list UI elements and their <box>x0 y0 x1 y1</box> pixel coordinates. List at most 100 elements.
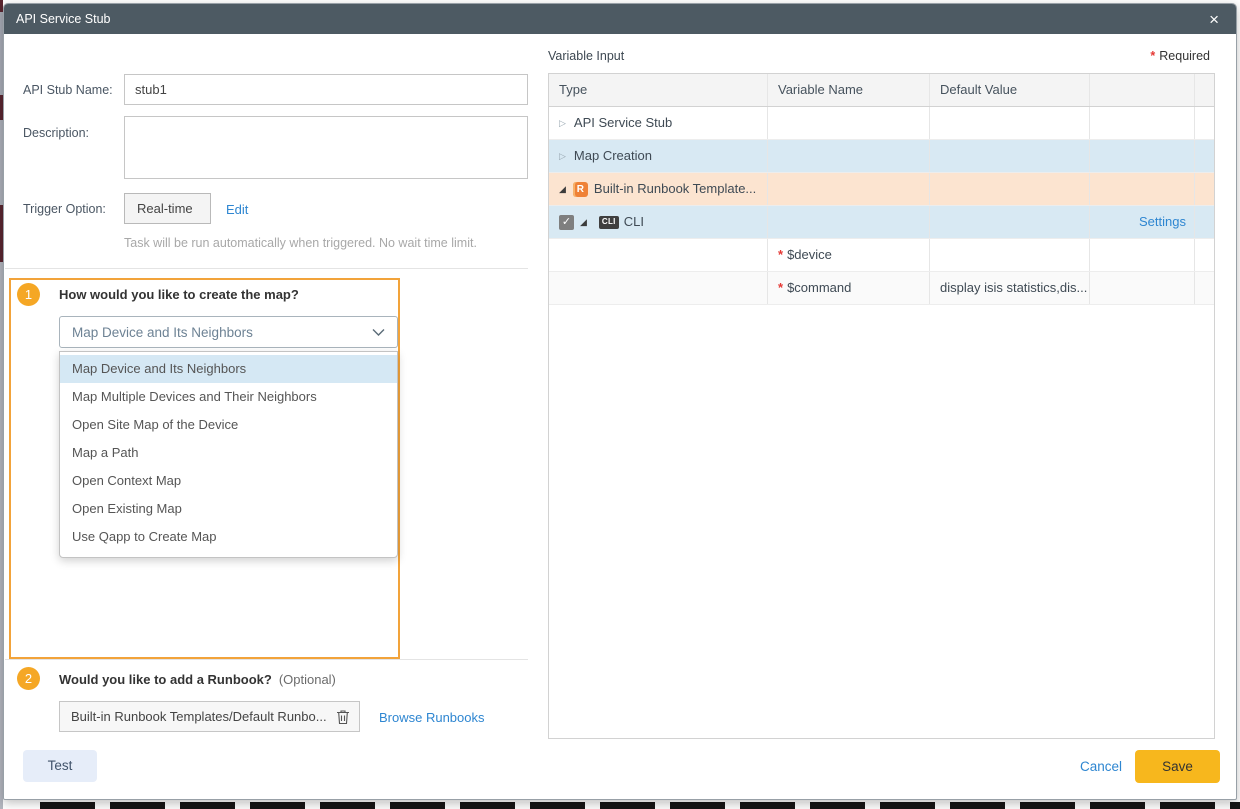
type-cell <box>549 239 768 271</box>
variable-name: $device <box>787 239 832 271</box>
spacer-cell <box>1195 206 1214 238</box>
description-label: Description: <box>23 126 89 140</box>
column-header-spacer <box>1195 74 1214 106</box>
dropdown-option-open-existing-map[interactable]: Open Existing Map <box>60 495 397 523</box>
required-star-icon: * <box>778 239 783 271</box>
variable-input-table: Type Variable Name Default Value ▷ API S… <box>548 73 1215 739</box>
default-value-cell <box>930 107 1090 139</box>
variable-name-cell <box>768 107 930 139</box>
map-type-select[interactable]: Map Device and Its Neighbors <box>59 316 398 348</box>
runbook-icon: R <box>573 182 588 197</box>
variable-name-cell <box>768 206 930 238</box>
table-row-device-variable[interactable]: * $device <box>549 239 1214 272</box>
cancel-button[interactable]: Cancel <box>1080 759 1122 774</box>
map-type-dropdown-list: Map Device and Its Neighbors Map Multipl… <box>59 351 398 558</box>
save-button[interactable]: Save <box>1135 750 1220 783</box>
step2-question: Would you like to add a Runbook? (Optiona… <box>59 672 336 687</box>
table-row-api-service-stub[interactable]: ▷ API Service Stub <box>549 107 1214 140</box>
row-label: API Service Stub <box>574 107 672 139</box>
dialog-title: API Service Stub <box>16 12 111 26</box>
spacer-cell <box>1195 173 1214 205</box>
table-row-command-variable[interactable]: * $command display isis statistics,dis..… <box>549 272 1214 305</box>
api-service-stub-dialog: API Service Stub × API Stub Name: Descri… <box>3 3 1237 800</box>
dropdown-option-open-context-map[interactable]: Open Context Map <box>60 467 397 495</box>
expanded-triangle-icon[interactable]: ◢ <box>580 206 587 238</box>
type-cell: ◢ R Built-in Runbook Template... <box>549 173 768 205</box>
step2-number-badge: 2 <box>17 667 40 690</box>
dropdown-option-use-qapp[interactable]: Use Qapp to Create Map <box>60 523 397 551</box>
table-row-map-creation[interactable]: ▷ Map Creation <box>549 140 1214 173</box>
divider-top <box>5 268 528 269</box>
step2-optional-tag: (Optional) <box>279 672 336 687</box>
row-label: Built-in Runbook Template... <box>594 173 756 205</box>
map-type-selected-value: Map Device and Its Neighbors <box>72 325 253 340</box>
step2-question-text: Would you like to add a Runbook? <box>59 672 272 687</box>
actions-cell: Settings <box>1090 206 1195 238</box>
required-legend-label: Required <box>1159 49 1210 63</box>
trigger-help-text: Task will be run automatically when trig… <box>124 236 477 250</box>
type-cell: ✓ ◢ CLI CLI <box>549 206 768 238</box>
spacer-cell <box>1195 140 1214 172</box>
variable-name: $command <box>787 272 851 304</box>
description-input[interactable] <box>124 116 528 179</box>
default-value-cell <box>930 140 1090 172</box>
step1-number-badge: 1 <box>17 283 40 306</box>
dropdown-option-open-site-map[interactable]: Open Site Map of the Device <box>60 411 397 439</box>
default-value-cell <box>930 173 1090 205</box>
collapsed-triangle-icon[interactable]: ▷ <box>559 107 566 139</box>
trigger-edit-link[interactable]: Edit <box>226 202 248 217</box>
column-header-default-value: Default Value <box>930 74 1090 106</box>
divider-bottom <box>5 659 528 660</box>
table-header-row: Type Variable Name Default Value <box>549 74 1214 107</box>
test-button[interactable]: Test <box>23 750 97 782</box>
trigger-option-label: Trigger Option: <box>23 202 106 216</box>
runbook-path-value: Built-in Runbook Templates/Default Runbo… <box>71 709 327 724</box>
table-row-cli[interactable]: ✓ ◢ CLI CLI Settings <box>549 206 1214 239</box>
required-star-icon: * <box>1150 49 1155 63</box>
browse-runbooks-link[interactable]: Browse Runbooks <box>379 710 485 725</box>
column-header-variable-name: Variable Name <box>768 74 930 106</box>
spacer-cell <box>1195 272 1214 304</box>
trigger-option-value: Real-time <box>124 193 211 224</box>
required-star-icon: * <box>778 272 783 304</box>
dropdown-option-map-device-neighbors[interactable]: Map Device and Its Neighbors <box>60 355 397 383</box>
trash-icon[interactable] <box>336 709 350 725</box>
type-cell <box>549 272 768 304</box>
actions-cell <box>1090 107 1195 139</box>
actions-cell <box>1090 173 1195 205</box>
runbook-path-field: Built-in Runbook Templates/Default Runbo… <box>59 701 360 732</box>
actions-cell <box>1090 272 1195 304</box>
column-header-type: Type <box>549 74 768 106</box>
required-legend: * Required <box>1150 49 1210 63</box>
default-value-cell <box>930 239 1090 271</box>
chevron-down-icon <box>372 328 385 337</box>
dropdown-option-map-a-path[interactable]: Map a Path <box>60 439 397 467</box>
variable-name-cell: * $command <box>768 272 930 304</box>
api-stub-name-label: API Stub Name: <box>23 83 113 97</box>
column-header-actions <box>1090 74 1195 106</box>
spacer-cell <box>1195 107 1214 139</box>
collapsed-triangle-icon[interactable]: ▷ <box>559 140 566 172</box>
cli-settings-link[interactable]: Settings <box>1139 206 1186 238</box>
row-label: CLI <box>624 206 644 238</box>
background-bottom-strip <box>40 802 1240 809</box>
row-label: Map Creation <box>574 140 652 172</box>
type-cell: ▷ Map Creation <box>549 140 768 172</box>
api-stub-name-input[interactable] <box>124 74 528 105</box>
dropdown-option-map-multiple-devices[interactable]: Map Multiple Devices and Their Neighbors <box>60 383 397 411</box>
close-icon[interactable]: × <box>1204 11 1224 28</box>
type-cell: ▷ API Service Stub <box>549 107 768 139</box>
default-value-cell: display isis statistics,dis... <box>930 272 1090 304</box>
step1-question: How would you like to create the map? <box>59 287 299 302</box>
variable-input-title: Variable Input <box>548 49 624 63</box>
cli-checkbox[interactable]: ✓ <box>559 215 574 230</box>
actions-cell <box>1090 140 1195 172</box>
spacer-cell <box>1195 239 1214 271</box>
default-value-cell <box>930 206 1090 238</box>
table-row-builtin-runbook-template[interactable]: ◢ R Built-in Runbook Template... <box>549 173 1214 206</box>
expanded-triangle-icon[interactable]: ◢ <box>559 173 566 205</box>
actions-cell <box>1090 239 1195 271</box>
cli-icon: CLI <box>599 216 619 229</box>
variable-name-cell: * $device <box>768 239 930 271</box>
variable-name-cell <box>768 140 930 172</box>
